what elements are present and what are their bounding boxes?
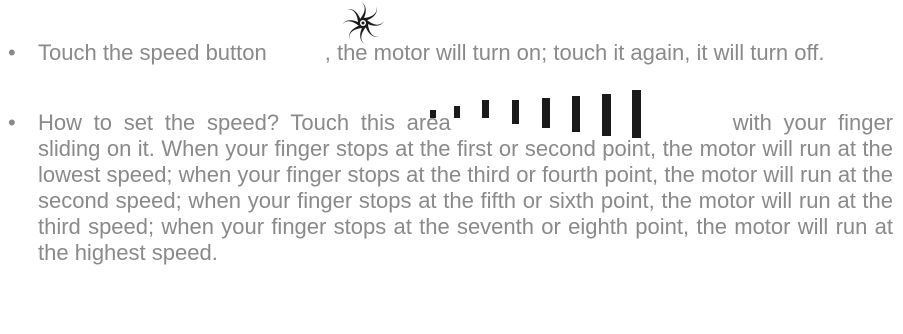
instruction-item-2: How to set the speed? Touch this area wit… bbox=[38, 110, 893, 266]
instruction-1-text-after: , the motor will turn on; touch it again… bbox=[324, 40, 825, 65]
instruction-2-text-before: How to set the speed? Touch this area bbox=[38, 110, 451, 135]
instruction-item-1: Touch the speed button , the motor will t… bbox=[38, 40, 893, 66]
bullet-marker: • bbox=[8, 40, 16, 65]
bullet-marker: • bbox=[8, 110, 16, 135]
instruction-1-text-before: Touch the speed button bbox=[38, 40, 267, 65]
